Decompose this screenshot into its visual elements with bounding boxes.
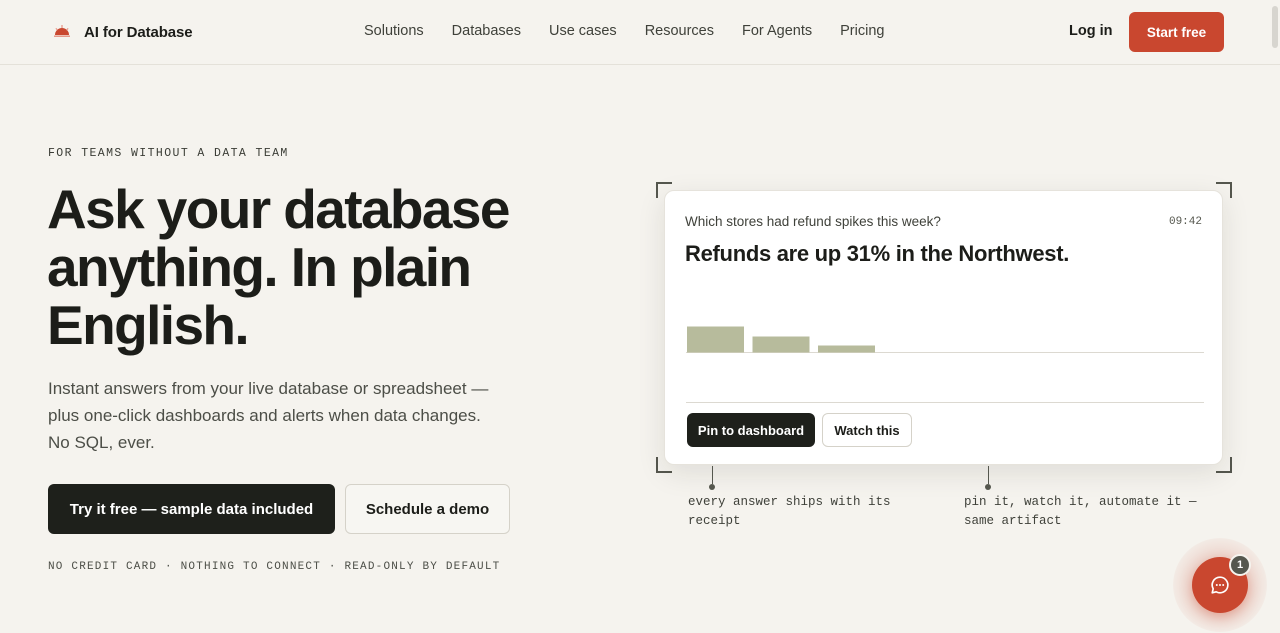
sunrise-logo-icon (54, 25, 70, 37)
annotation-connector-2 (988, 466, 989, 484)
nav-for-agents[interactable]: For Agents (742, 23, 812, 39)
logo[interactable]: AI for Database (52, 22, 193, 42)
hero-title-line-3: English. (47, 294, 250, 356)
refund-bar-chart (686, 326, 1204, 353)
schedule-demo-button[interactable]: Schedule a demo (345, 484, 510, 534)
chat-unread-badge: 1 (1229, 554, 1251, 576)
nav-use-cases[interactable]: Use cases (549, 23, 617, 39)
chart-bar-2 (752, 336, 810, 353)
annotation-dot-2 (985, 484, 991, 490)
main-nav: Solutions Databases Use cases Resources … (364, 23, 884, 39)
annotation-receipt: every answer ships with its receipt (688, 495, 891, 528)
nav-pricing[interactable]: Pricing (840, 23, 884, 39)
answer-card: Which stores had refund spikes this week… (664, 190, 1223, 465)
try-free-button[interactable]: Try it free — sample data included (48, 484, 335, 534)
brand-name: AI for Database (84, 23, 193, 41)
nav-solutions[interactable]: Solutions (364, 23, 424, 39)
card-answer: Refunds are up 31% in the Northwest. (685, 241, 1070, 266)
card-question: Which stores had refund spikes this week… (685, 214, 941, 229)
login-link[interactable]: Log in (1069, 23, 1113, 39)
nav-resources[interactable]: Resources (645, 23, 714, 39)
card-divider (686, 402, 1204, 403)
hero-subtitle: Instant answers from your live database … (48, 379, 489, 452)
hero-title-line-1: Ask your database (47, 178, 511, 240)
hero-eyebrow: FOR TEAMS WITHOUT A DATA TEAM (48, 147, 289, 160)
annotation-artifact: pin it, watch it, automate it — same art… (964, 495, 1197, 528)
nav-databases[interactable]: Databases (452, 23, 521, 39)
chart-bar-3 (818, 345, 875, 353)
page-scrollbar[interactable] (1270, 0, 1280, 633)
pin-to-dashboard-button[interactable]: Pin to dashboard (687, 413, 815, 447)
annotation-dot-1 (709, 484, 715, 490)
hero-fineprint: NO CREDIT CARD · NOTHING TO CONNECT · RE… (48, 561, 501, 573)
start-free-button[interactable]: Start free (1129, 12, 1224, 52)
scrollbar-thumb[interactable] (1272, 6, 1278, 48)
hero-title-line-2: anything. In plain (47, 236, 472, 298)
chart-bar-1 (687, 326, 744, 353)
watch-this-button[interactable]: Watch this (822, 413, 912, 447)
site-header: AI for Database Solutions Databases Use … (0, 0, 1280, 65)
hero-title: Ask your database anything. In plain Eng… (47, 180, 607, 354)
card-timestamp: 09:42 (1168, 216, 1202, 228)
chat-bubble-icon (1211, 576, 1229, 594)
annotation-connector-1 (712, 466, 713, 484)
